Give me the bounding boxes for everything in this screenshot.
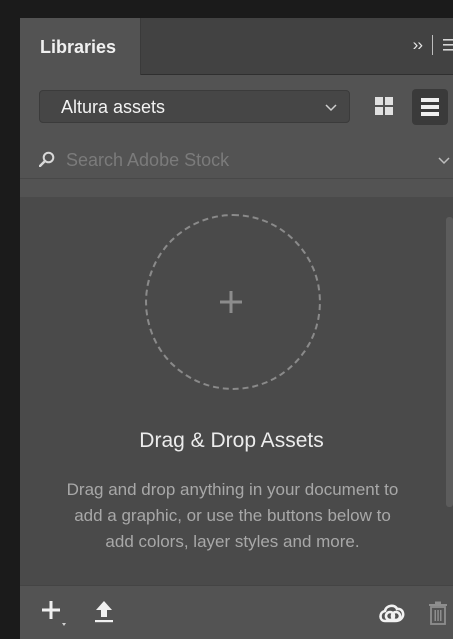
libraries-panel: Libraries ›› Altura assets Search Adobe … bbox=[20, 18, 453, 639]
trash-icon bbox=[429, 601, 447, 625]
divider bbox=[432, 35, 433, 55]
delete-button[interactable] bbox=[426, 598, 450, 628]
add-content-button[interactable] bbox=[40, 598, 68, 628]
list-view-button[interactable] bbox=[412, 89, 448, 125]
tab-libraries-label: Libraries bbox=[40, 37, 117, 57]
grid-view-button[interactable] bbox=[370, 92, 398, 120]
library-content-area[interactable]: Drag & Drop Assets Drag and drop anythin… bbox=[20, 197, 453, 585]
chevron-down-icon[interactable] bbox=[438, 155, 450, 165]
grid-view-icon bbox=[375, 97, 393, 115]
creative-cloud-icon bbox=[379, 604, 405, 623]
tab-libraries[interactable]: Libraries bbox=[20, 18, 141, 75]
search-icon bbox=[39, 151, 55, 167]
double-chevron-right-icon[interactable]: ›› bbox=[413, 35, 423, 55]
empty-state-title: Drag & Drop Assets bbox=[139, 429, 324, 452]
panel-controls: ›› bbox=[413, 33, 453, 57]
library-dropdown-value: Altura assets bbox=[61, 97, 166, 117]
panel-footer-toolbar bbox=[20, 585, 453, 639]
hamburger-menu-icon[interactable] bbox=[443, 38, 453, 52]
library-dropdown[interactable]: Altura assets bbox=[39, 90, 350, 123]
plus-icon bbox=[220, 291, 242, 313]
upload-button[interactable] bbox=[90, 598, 118, 628]
search-input[interactable] bbox=[66, 147, 416, 173]
chevron-down-icon bbox=[325, 104, 337, 112]
plus-icon bbox=[42, 601, 66, 626]
list-view-icon bbox=[421, 98, 439, 116]
creative-cloud-button[interactable] bbox=[377, 598, 407, 628]
scrollbar[interactable] bbox=[446, 217, 453, 507]
empty-state-description: Drag and drop anything in your document … bbox=[66, 480, 399, 551]
search-bar bbox=[20, 142, 453, 179]
panel-tab-strip: Libraries ›› bbox=[20, 18, 453, 75]
upload-icon bbox=[95, 601, 113, 623]
